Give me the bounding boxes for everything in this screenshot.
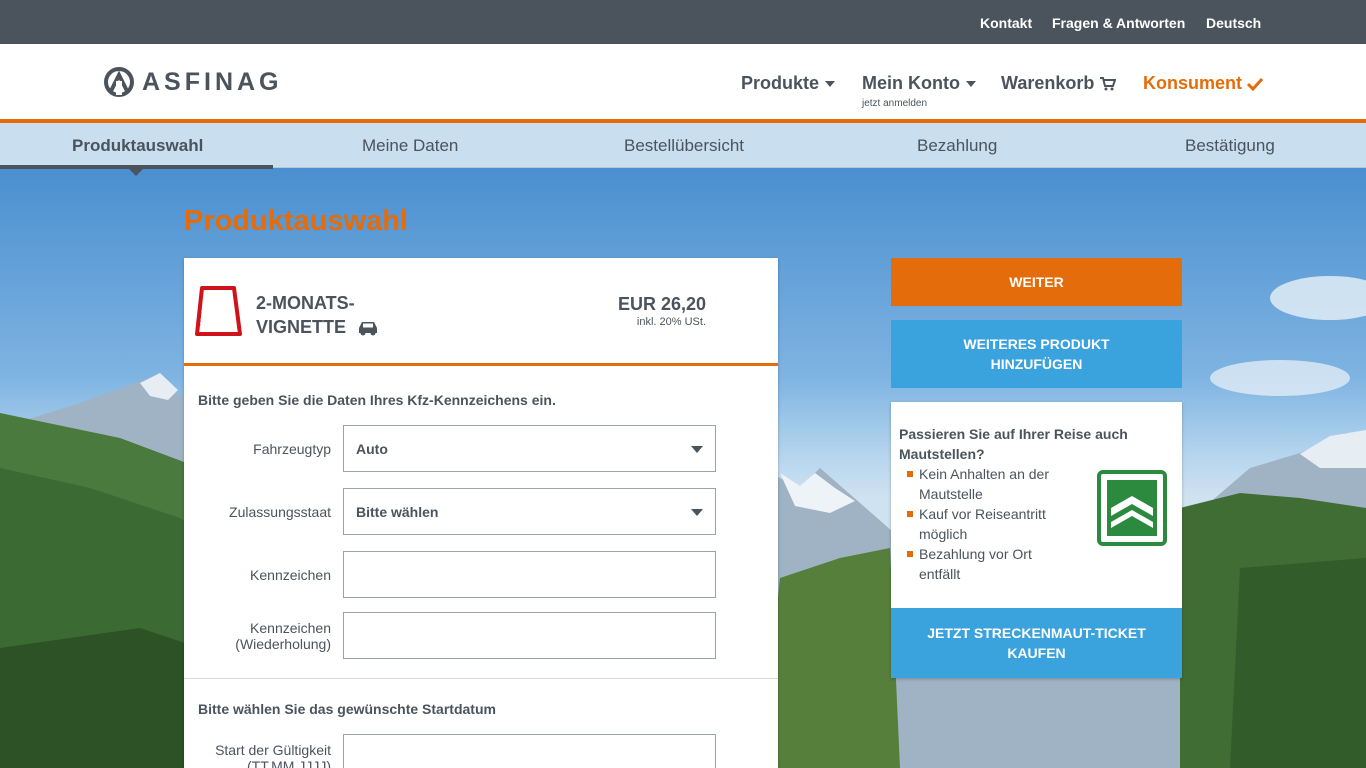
logo-text: ASFINAG: [142, 67, 283, 96]
promo-item-text: Bezahlung vor Ort entfällt: [919, 546, 1032, 582]
route-ticket-label-line2: KAUFEN: [1007, 645, 1066, 661]
date-section-title: Bitte wählen Sie das gewünschte Startdat…: [198, 701, 496, 717]
logo-icon: [104, 67, 134, 97]
nav-warenkorb[interactable]: Warenkorb: [1001, 73, 1117, 94]
plate-input[interactable]: [343, 551, 716, 598]
vignette-icon: [195, 286, 242, 336]
active-step-pointer: [129, 169, 143, 176]
contact-link[interactable]: Kontakt: [980, 15, 1032, 31]
nav-produkte-label: Produkte: [741, 73, 820, 93]
checkout-steps: Produktauswahl Meine Daten Bestellübersi…: [0, 123, 1366, 168]
step-produktauswahl[interactable]: Produktauswahl: [72, 136, 203, 156]
product-name: 2-MONATS- VIGNETTE: [256, 291, 379, 339]
product-header: 2-MONATS- VIGNETTE EUR 26,20 inkl. 20% U…: [184, 258, 778, 366]
bullet-icon: [907, 511, 913, 517]
vehicle-type-label: Fahrzeugtyp: [253, 441, 331, 457]
chevron-down-icon: [965, 80, 976, 87]
step-meine-daten[interactable]: Meine Daten: [362, 136, 458, 156]
checkmark-icon: [1247, 77, 1263, 91]
nav-produkte[interactable]: Produkte: [741, 73, 836, 94]
vehicle-section-title: Bitte geben Sie die Daten Ihres Kfz-Kenn…: [198, 392, 556, 408]
top-utility-bar: Kontakt Fragen & Antworten Deutsch: [0, 0, 1366, 44]
start-date-label-line2: (TT.MM.JJJJ): [247, 758, 331, 768]
section-divider: [184, 678, 778, 679]
promo-item-text: Kauf vor Reiseantritt möglich: [919, 506, 1046, 542]
bullet-icon: [907, 551, 913, 557]
faq-link[interactable]: Fragen & Antworten: [1052, 15, 1185, 31]
car-icon: [359, 322, 378, 336]
registration-state-value: Bitte wählen: [356, 503, 439, 520]
price-tax-note: inkl. 20% USt.: [636, 316, 706, 328]
page-title: Produktauswahl: [184, 205, 408, 237]
vehicle-type-select[interactable]: Auto: [343, 425, 716, 472]
chevron-down-icon: [825, 80, 836, 87]
account-login-hint[interactable]: jetzt anmelden: [862, 98, 927, 109]
list-item: Bezahlung vor Ort entfällt: [907, 544, 1069, 584]
plate-repeat-label: Kennzeichen (Wiederholung): [235, 620, 331, 652]
nav-mein-konto[interactable]: Mein Konto: [862, 73, 976, 94]
nav-konsument-label: Konsument: [1143, 73, 1242, 93]
product-name-line1: 2-MONATS-: [256, 293, 355, 313]
main-header: ASFINAG Produkte Mein Konto Warenkorb Ko…: [0, 44, 1366, 119]
buy-route-ticket-button[interactable]: JETZT STRECKENMAUT-TICKET KAUFEN: [891, 608, 1182, 678]
cart-icon: [1100, 76, 1117, 90]
plate-repeat-label-line1: Kennzeichen: [250, 620, 331, 636]
vehicle-type-value: Auto: [356, 440, 388, 457]
promo-title: Passieren Sie auf Ihrer Reise auch Mauts…: [899, 426, 1128, 462]
next-button[interactable]: WEITER: [891, 258, 1182, 306]
asfinag-logo[interactable]: ASFINAG: [104, 67, 283, 97]
dropdown-arrow-icon: [691, 446, 703, 453]
add-product-label-line1: WEITERES PRODUKT: [963, 336, 1110, 352]
nav-konsument[interactable]: Konsument: [1143, 73, 1263, 94]
product-name-line2: VIGNETTE: [256, 315, 379, 339]
product-card: 2-MONATS- VIGNETTE EUR 26,20 inkl. 20% U…: [184, 258, 778, 768]
product-price: EUR 26,20: [617, 294, 706, 314]
step-bezahlung[interactable]: Bezahlung: [917, 136, 997, 156]
route-toll-icon: [1097, 470, 1167, 546]
plate-repeat-input[interactable]: [343, 612, 716, 659]
route-ticket-label-line1: JETZT STRECKENMAUT-TICKET: [927, 625, 1146, 641]
toll-promo-box: Passieren Sie auf Ihrer Reise auch Mauts…: [891, 402, 1182, 678]
bullet-icon: [907, 471, 913, 477]
step-bestelluebersicht[interactable]: Bestellübersicht: [624, 136, 744, 156]
registration-state-label: Zulassungsstaat: [229, 504, 331, 520]
product-name-line2-text: VIGNETTE: [256, 317, 347, 337]
start-date-label: Start der Gültigkeit (TT.MM.JJJJ): [215, 742, 331, 768]
plate-repeat-label-line2: (Wiederholung): [235, 636, 331, 652]
list-item: Kauf vor Reiseantritt möglich: [907, 504, 1069, 544]
promo-item-text: Kein Anhalten an der Mautstelle: [919, 466, 1049, 502]
list-item: Kein Anhalten an der Mautstelle: [907, 464, 1069, 504]
add-product-label-line2: HINZUFÜGEN: [990, 356, 1083, 372]
registration-state-select[interactable]: Bitte wählen: [343, 488, 716, 535]
promo-benefits-list: Kein Anhalten an der Mautstelle Kauf vor…: [907, 464, 1069, 584]
nav-mein-konto-label: Mein Konto: [862, 73, 960, 93]
step-bestaetigung[interactable]: Bestätigung: [1185, 136, 1275, 156]
dropdown-arrow-icon: [691, 509, 703, 516]
add-product-button[interactable]: WEITERES PRODUKT HINZUFÜGEN: [891, 320, 1182, 388]
nav-warenkorb-label: Warenkorb: [1001, 73, 1095, 93]
start-date-input[interactable]: [343, 734, 716, 768]
language-link[interactable]: Deutsch: [1206, 15, 1261, 31]
plate-label: Kennzeichen: [250, 567, 331, 583]
start-date-label-line1: Start der Gültigkeit: [215, 742, 331, 758]
